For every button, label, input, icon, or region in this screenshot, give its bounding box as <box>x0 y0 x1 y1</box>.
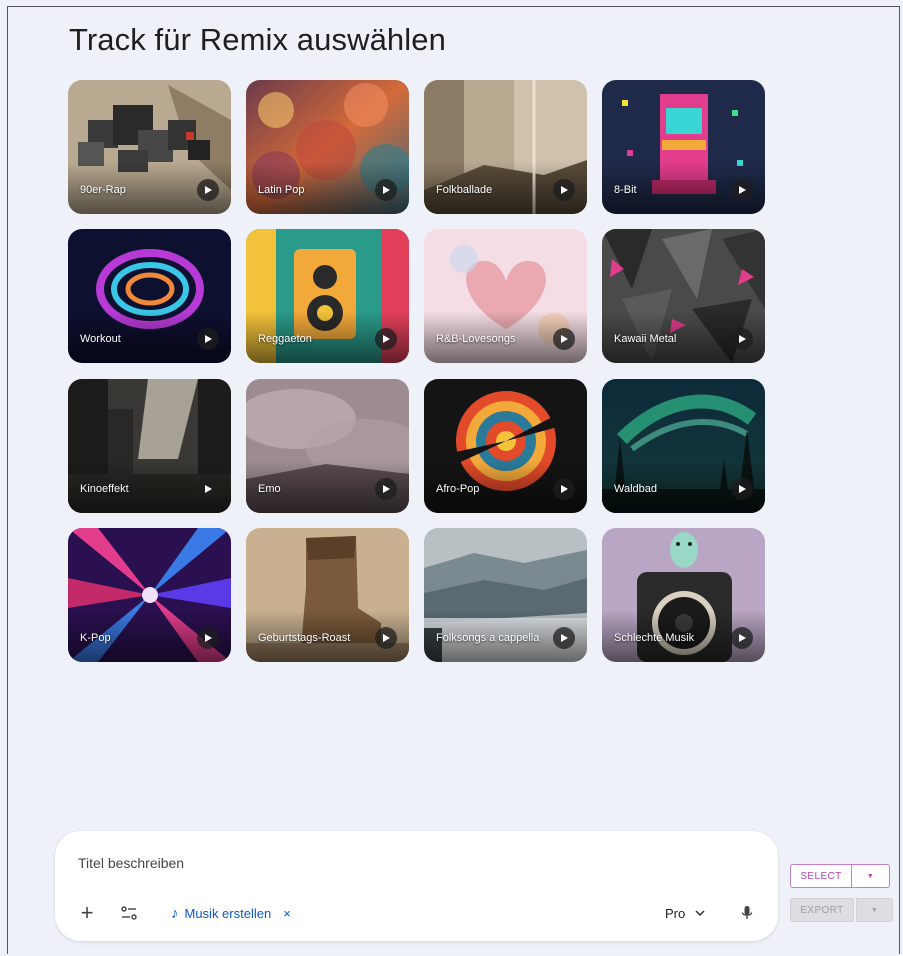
track-label: Latin Pop <box>258 184 305 196</box>
music-tool-chip[interactable]: ♪ Musik erstellen × <box>171 901 291 925</box>
model-selector[interactable]: Pro <box>665 901 705 925</box>
track-tile-k-pop[interactable]: K-Pop <box>68 528 231 662</box>
track-label: Kinoeffekt <box>80 483 129 495</box>
play-icon[interactable] <box>197 179 219 201</box>
track-label: R&B-Lovesongs <box>436 333 516 345</box>
play-icon[interactable] <box>197 328 219 350</box>
play-icon[interactable] <box>553 328 575 350</box>
play-icon[interactable] <box>197 627 219 649</box>
page-title: Track für Remix auswählen <box>69 22 446 57</box>
track-label: K-Pop <box>80 632 111 644</box>
track-label: Schlechte Musik <box>614 632 695 644</box>
track-tile-90er-rap[interactable]: 90er-Rap <box>68 80 231 214</box>
track-tile-afro-pop[interactable]: Afro-Pop <box>424 379 587 513</box>
model-label: Pro <box>665 905 686 921</box>
track-label: Afro-Pop <box>436 483 480 495</box>
dropdown-arrow-icon: ▼ <box>870 906 879 914</box>
track-label: Folkballade <box>436 184 493 196</box>
play-icon[interactable] <box>731 627 753 649</box>
music-tool-chip-label: Musik erstellen <box>184 905 272 921</box>
play-icon[interactable] <box>553 179 575 201</box>
track-label: Reggaeton <box>258 333 312 345</box>
play-icon[interactable] <box>197 478 219 500</box>
play-icon[interactable] <box>553 478 575 500</box>
play-icon[interactable] <box>731 328 753 350</box>
select-dropdown-button[interactable]: ▼ <box>851 864 890 888</box>
microphone-icon[interactable] <box>741 901 757 925</box>
track-tile-folksongs-a-cappella[interactable]: Folksongs a cappella <box>424 528 587 662</box>
track-tile-geburtstags-roast[interactable]: Geburtstags-Roast <box>246 528 409 662</box>
export-dropdown-button[interactable]: ▼ <box>856 898 893 922</box>
track-tile-waldbad[interactable]: Waldbad <box>602 379 765 513</box>
play-icon[interactable] <box>375 627 397 649</box>
track-label: 8-Bit <box>614 184 637 196</box>
play-icon[interactable] <box>731 179 753 201</box>
play-icon[interactable] <box>553 627 575 649</box>
track-grid: 90er-Rap Latin Pop Folkballade 8-Bit Wor… <box>68 80 766 662</box>
track-label: Kawaii Metal <box>614 333 677 345</box>
play-icon[interactable] <box>731 478 753 500</box>
track-label: Waldbad <box>614 483 658 495</box>
track-tile-folkballade[interactable]: Folkballade <box>424 80 587 214</box>
close-icon[interactable]: × <box>283 906 291 921</box>
track-tile-kinoeffekt[interactable]: Kinoeffekt <box>68 379 231 513</box>
track-label: Workout <box>80 333 121 345</box>
play-icon[interactable] <box>375 328 397 350</box>
track-tile-latin-pop[interactable]: Latin Pop <box>246 80 409 214</box>
dropdown-arrow-icon: ▼ <box>866 872 875 880</box>
play-icon[interactable] <box>375 179 397 201</box>
track-label: 90er-Rap <box>80 184 126 196</box>
track-tile-rnb-lovesongs[interactable]: R&B-Lovesongs <box>424 229 587 363</box>
prompt-input[interactable]: Titel beschreiben <box>78 855 184 871</box>
track-label: Emo <box>258 483 281 495</box>
select-button[interactable]: SELECT <box>790 864 852 888</box>
play-icon[interactable] <box>375 478 397 500</box>
track-tile-kawaii-metal[interactable]: Kawaii Metal <box>602 229 765 363</box>
track-tile-reggaeton[interactable]: Reggaeton <box>246 229 409 363</box>
track-tile-schlechte-musik[interactable]: Schlechte Musik <box>602 528 765 662</box>
track-tile-workout[interactable]: Workout <box>68 229 231 363</box>
track-tile-emo[interactable]: Emo <box>246 379 409 513</box>
chevron-down-icon <box>695 910 705 916</box>
add-icon[interactable]: + <box>75 900 99 925</box>
music-note-icon: ♪ <box>171 904 179 922</box>
track-label: Folksongs a cappella <box>436 632 540 644</box>
export-button[interactable]: EXPORT <box>790 898 854 922</box>
track-tile-8-bit[interactable]: 8-Bit <box>602 80 765 214</box>
track-label: Geburtstags-Roast <box>258 632 351 644</box>
prompt-composer: Titel beschreiben + ♪ Musik erstellen × … <box>55 831 778 941</box>
tools-icon[interactable] <box>121 901 139 925</box>
